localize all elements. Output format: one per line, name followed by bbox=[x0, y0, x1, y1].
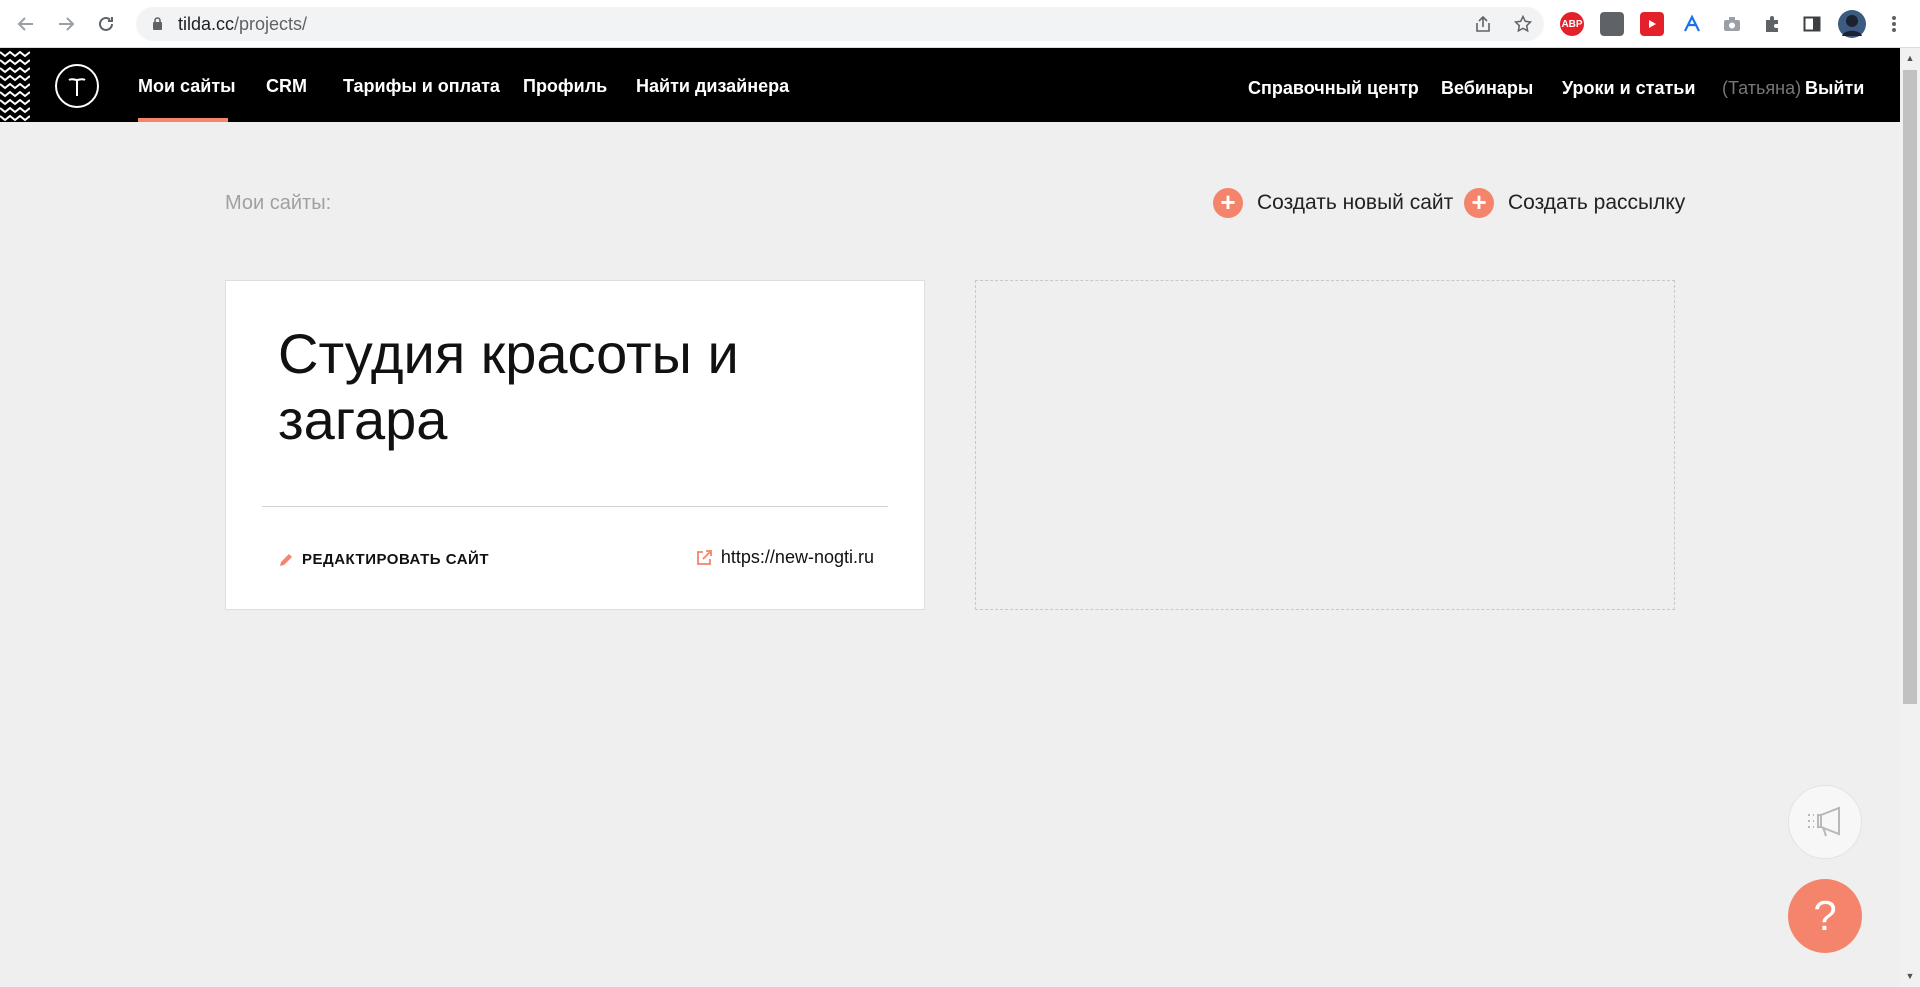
scrollbar-thumb[interactable] bbox=[1903, 70, 1917, 704]
edit-site-button[interactable]: РЕДАКТИРОВАТЬ САЙТ bbox=[278, 551, 489, 568]
lock-icon bbox=[153, 17, 162, 30]
create-mailing-button[interactable]: + Создать рассылку bbox=[1464, 188, 1685, 218]
youtube-icon[interactable] bbox=[1640, 12, 1664, 36]
nav-my-sites[interactable]: Мои сайты bbox=[138, 76, 236, 97]
megaphone-icon bbox=[1808, 806, 1840, 837]
nav-find-designer[interactable]: Найти дизайнера bbox=[636, 76, 789, 97]
site-url-text: https://new-nogti.ru bbox=[720, 547, 874, 567]
extension-dark-icon[interactable] bbox=[1600, 12, 1624, 36]
plus-icon: + bbox=[1464, 188, 1494, 218]
nav-crm[interactable]: CRM bbox=[266, 76, 307, 97]
nav-profile[interactable]: Профиль bbox=[523, 76, 607, 97]
zigzag-pattern bbox=[0, 50, 30, 122]
nav-tariffs[interactable]: Тарифы и оплата bbox=[343, 76, 500, 97]
back-icon[interactable] bbox=[12, 10, 40, 38]
reload-icon[interactable] bbox=[92, 10, 120, 38]
kebab-menu-icon[interactable] bbox=[1880, 10, 1908, 38]
address-bar[interactable]: tilda.cc/projects/ bbox=[136, 7, 1544, 41]
create-mailing-label: Создать рассылку bbox=[1508, 191, 1686, 214]
acrobat-icon[interactable] bbox=[1680, 12, 1704, 36]
help-button[interactable]: ? bbox=[1788, 879, 1862, 953]
nav-webinars[interactable]: Вебинары bbox=[1441, 78, 1533, 99]
nav-lessons[interactable]: Уроки и статьи bbox=[1562, 78, 1695, 99]
side-panel-icon[interactable] bbox=[1800, 12, 1824, 36]
project-card[interactable]: Студия красоты и загара РЕДАКТИРОВАТЬ СА… bbox=[225, 280, 925, 610]
create-site-label: Создать новый сайт bbox=[1257, 191, 1454, 214]
camera-icon[interactable] bbox=[1720, 12, 1744, 36]
announcements-button[interactable] bbox=[1788, 785, 1862, 859]
site-url-link[interactable]: https://new-nogti.ru bbox=[695, 547, 874, 568]
browser-toolbar: tilda.cc/projects/ ABP bbox=[0, 0, 1920, 48]
scroll-down-icon[interactable]: ▼ bbox=[1904, 970, 1916, 982]
bookmark-star-icon[interactable] bbox=[1512, 13, 1534, 35]
tilda-logo[interactable] bbox=[55, 64, 99, 108]
divider bbox=[262, 506, 888, 507]
active-nav-underline bbox=[138, 118, 228, 122]
adblock-icon[interactable]: ABP bbox=[1560, 12, 1584, 36]
share-icon[interactable] bbox=[1472, 13, 1494, 35]
logout-link[interactable]: Выйти bbox=[1805, 78, 1864, 99]
url-text: tilda.cc/projects/ bbox=[178, 14, 308, 34]
avatar[interactable] bbox=[1838, 10, 1866, 38]
pencil-icon bbox=[280, 553, 292, 566]
user-name: (Татьяна) bbox=[1722, 78, 1802, 98]
nav-help-center[interactable]: Справочный центр bbox=[1248, 78, 1419, 99]
external-link-icon bbox=[697, 549, 712, 565]
scroll-up-icon[interactable]: ▲ bbox=[1904, 52, 1916, 64]
empty-project-slot bbox=[975, 280, 1675, 610]
puzzle-icon[interactable] bbox=[1760, 12, 1784, 36]
plus-icon: + bbox=[1213, 188, 1243, 218]
page-title: Мои сайты: bbox=[225, 192, 332, 214]
create-site-button[interactable]: + Создать новый сайт bbox=[1213, 188, 1453, 218]
edit-site-label: РЕДАКТИРОВАТЬ САЙТ bbox=[302, 551, 489, 568]
site-header: Мои сайты CRM Тарифы и оплата Профиль На… bbox=[0, 48, 1900, 122]
forward-icon[interactable] bbox=[52, 10, 80, 38]
project-title[interactable]: Студия красоты и загара bbox=[278, 321, 878, 453]
